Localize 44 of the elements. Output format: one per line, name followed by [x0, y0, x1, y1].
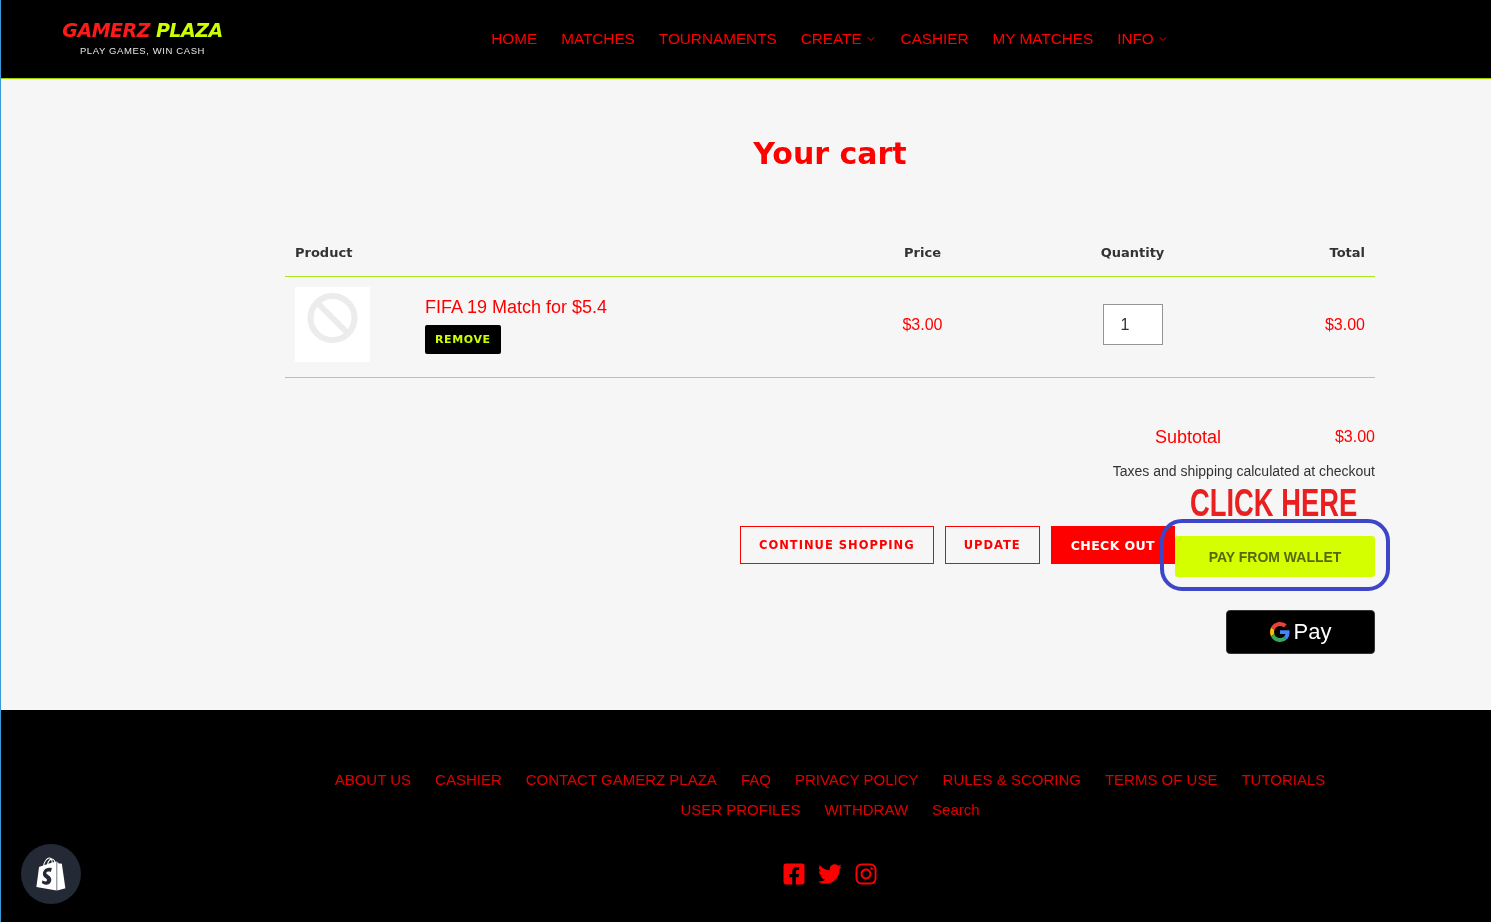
subtotal-label: Subtotal — [1154, 426, 1221, 449]
checkout-button[interactable]: CHECK OUT — [1050, 526, 1175, 564]
wallet-button[interactable]: PAY FROM WALLET — [1175, 536, 1375, 577]
logo-word: GAMERZ — [62, 18, 150, 42]
footer-link[interactable]: FAQ — [740, 765, 771, 795]
remove-button[interactable]: REMOVE — [425, 325, 501, 354]
footer-link[interactable]: WITHDRAW — [824, 795, 909, 825]
subtotal-value: $3.00 — [1334, 427, 1375, 447]
checkout-note: Taxes and shipping calculated at checkout — [1112, 462, 1375, 481]
column-header: Quantity — [1100, 244, 1165, 262]
nav-link[interactable]: MY MATCHES — [992, 28, 1094, 50]
footer-link[interactable]: USER PROFILES — [680, 795, 801, 825]
cart-button[interactable]: UPDATE — [944, 526, 1040, 564]
price-text: $3.00 — [902, 314, 943, 335]
column-header: Total — [1329, 244, 1365, 262]
footer-link[interactable]: Search — [932, 795, 980, 825]
nav-link[interactable]: CREATE — [800, 28, 877, 50]
facebook-icon[interactable] — [782, 862, 806, 886]
nav-link[interactable]: HOME — [491, 28, 538, 50]
nav-link[interactable]: MATCHES — [561, 28, 635, 50]
google-pay-button[interactable]: Pay — [1226, 610, 1375, 654]
footer-link[interactable]: TERMS OF USE — [1104, 765, 1218, 795]
twitter-icon[interactable] — [818, 862, 842, 886]
logo-tagline: PLAY GAMES, WIN CASH — [79, 45, 206, 56]
page-title: Your cart — [753, 135, 907, 173]
footer-link[interactable]: RULES & SCORING — [942, 765, 1081, 795]
column-header: Product — [295, 244, 353, 262]
nav-link[interactable]: TOURNAMENTS — [658, 28, 777, 50]
footer-link[interactable]: PRIVACY POLICY — [794, 765, 919, 795]
g-logo-icon — [1269, 622, 1290, 642]
footer-link[interactable]: CONTACT GAMERZ PLAZA — [525, 765, 717, 795]
quantity-field[interactable]: 1 — [1102, 304, 1163, 345]
footer-link[interactable]: ABOUT US — [334, 765, 412, 795]
nav-link[interactable]: INFO — [1117, 28, 1169, 50]
annotation-text: CLICK HERE — [1189, 484, 1357, 522]
logo-word: PLAZA — [155, 18, 223, 42]
total-text: $3.00 — [1324, 314, 1365, 335]
column-header: Price — [904, 244, 941, 262]
product-link[interactable]: FIFA 19 Match for $5.4 — [425, 295, 608, 319]
footer-link[interactable]: TUTORIALS — [1241, 765, 1326, 795]
footer-link[interactable]: CASHIER — [435, 765, 502, 795]
cart-button[interactable]: CONTINUE SHOPPING — [740, 526, 934, 564]
instagram-icon[interactable] — [854, 862, 878, 886]
nav-link[interactable]: CASHIER — [900, 28, 969, 50]
